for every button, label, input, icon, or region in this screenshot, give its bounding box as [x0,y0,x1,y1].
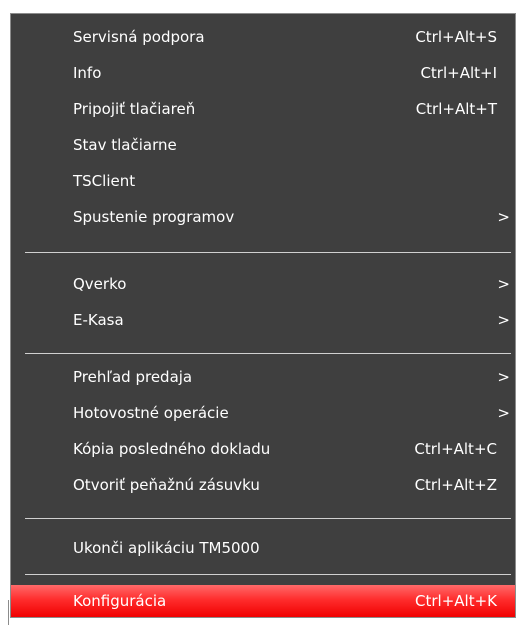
menu-separator [25,252,511,253]
menu-item-pripojit-tlaciaren[interactable]: Pripojiť tlačiareň Ctrl+Alt+T [11,91,515,127]
menu-item-label: Otvoriť peňažnú zásuvku [73,476,260,494]
menu-item-konfiguracia[interactable]: Konfigurácia Ctrl+Alt+K [11,585,515,617]
chevron-right-icon: > [497,311,510,329]
chevron-right-icon: > [497,275,510,293]
chevron-right-icon: > [497,368,510,386]
menu-item-label: Prehľad predaja [73,368,193,386]
menu-item-tsclient[interactable]: TSClient [11,163,515,199]
menu-item-shortcut: Ctrl+Alt+Z [414,476,497,494]
menu-item-label: Kópia posledného dokladu [73,440,271,458]
menu-item-shortcut: Ctrl+Alt+S [415,28,497,46]
menu-separator [25,574,511,575]
chevron-right-icon: > [497,208,510,226]
menu-separator [25,353,511,354]
menu-item-label: TSClient [73,172,136,190]
menu-item-qverko[interactable]: Qverko > [11,266,515,302]
menu-item-hotovostne-operacie[interactable]: Hotovostné operácie > [11,395,515,431]
menu-item-label: Servisná podpora [73,28,205,46]
menu-item-stav-tlaciarne[interactable]: Stav tlačiarne [11,127,515,163]
menu-item-label: Ukonči aplikáciu TM5000 [73,539,260,557]
menu-item-spustenie-programov[interactable]: Spustenie programov > [11,199,515,235]
window-edge [8,600,9,625]
menu-item-info[interactable]: Info Ctrl+Alt+I [11,55,515,91]
menu-item-shortcut: Ctrl+Alt+K [415,592,497,610]
context-menu: Servisná podpora Ctrl+Alt+S Info Ctrl+Al… [10,13,516,618]
menu-item-label: Info [73,64,102,82]
menu-item-ukonci-aplikaciu[interactable]: Ukonči aplikáciu TM5000 [11,530,515,566]
menu-item-label: E-Kasa [73,311,124,329]
menu-item-label: Konfigurácia [73,592,167,610]
menu-separator [25,518,511,519]
menu-item-label: Qverko [73,275,127,293]
chevron-right-icon: > [497,404,510,422]
menu-item-shortcut: Ctrl+Alt+T [415,100,497,118]
menu-item-e-kasa[interactable]: E-Kasa > [11,302,515,338]
menu-item-label: Spustenie programov [73,208,235,226]
menu-item-prehlad-predaja[interactable]: Prehľad predaja > [11,359,515,395]
menu-item-label: Hotovostné operácie [73,404,229,422]
menu-item-shortcut: Ctrl+Alt+C [414,440,497,458]
menu-item-shortcut: Ctrl+Alt+I [420,64,497,82]
menu-item-servisna-podpora[interactable]: Servisná podpora Ctrl+Alt+S [11,19,515,55]
menu-item-label: Stav tlačiarne [73,136,177,154]
menu-item-kopia-posledneho-dokladu[interactable]: Kópia posledného dokladu Ctrl+Alt+C [11,431,515,467]
menu-item-label: Pripojiť tlačiareň [73,100,196,118]
menu-item-otvorit-penaznu-zasuvku[interactable]: Otvoriť peňažnú zásuvku Ctrl+Alt+Z [11,467,515,503]
